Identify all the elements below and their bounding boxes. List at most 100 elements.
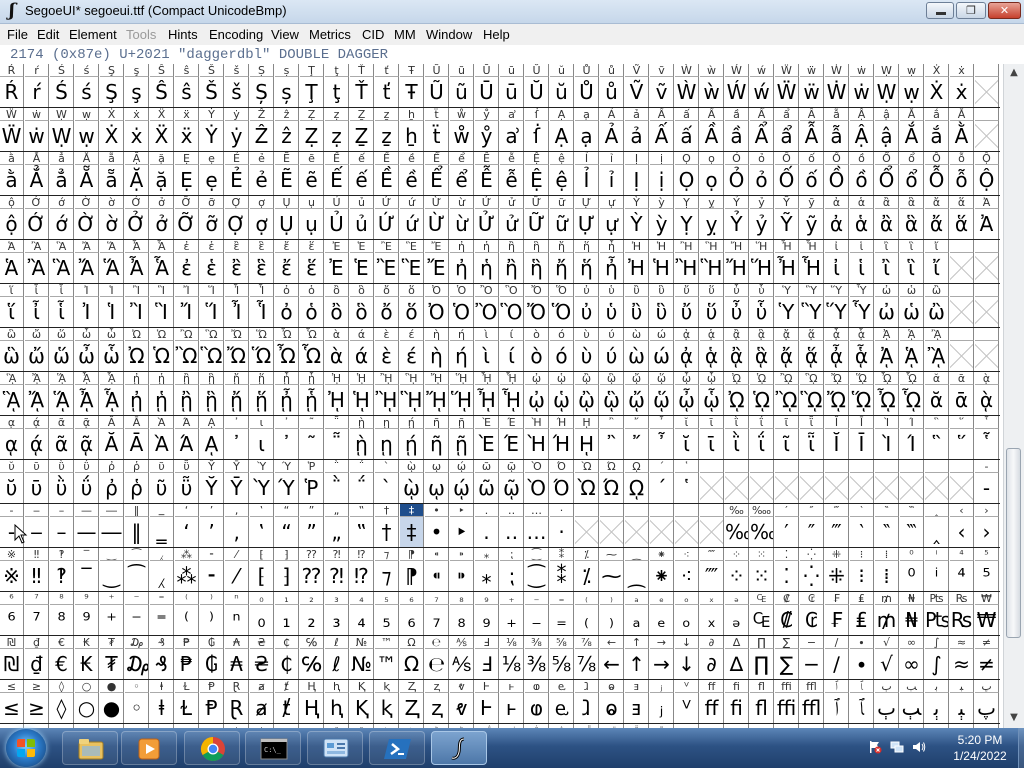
glyph-cell[interactable]: Ẹ — [175, 165, 199, 195]
glyph-cell-label[interactable]: Ș — [250, 64, 274, 77]
glyph-cell-label[interactable]: Ἡ — [650, 240, 674, 253]
glyph-cell[interactable]: Ἲ — [125, 297, 149, 327]
glyph-cell-label[interactable]: ≥ — [25, 680, 49, 693]
glyph-cell[interactable] — [950, 297, 974, 327]
glyph-cell-label[interactable]: ᾷ — [75, 416, 99, 429]
glyph-cell-label[interactable]: ỷ — [750, 196, 774, 209]
glyph-cell-label[interactable]: ⁶ — [0, 592, 24, 605]
glyph-cell-label[interactable]: – — [50, 504, 74, 517]
glyph-cell[interactable]: Ờ — [75, 209, 99, 239]
glyph-cell-label[interactable]: € — [50, 636, 74, 649]
glyph-cell[interactable]: ₨ — [950, 605, 974, 635]
glyph-cell[interactable]: ᾛ — [400, 385, 424, 415]
glyph-cell[interactable]: ⱹ — [575, 693, 599, 723]
glyph-cell[interactable]: Έ — [500, 429, 524, 459]
glyph-cell-label[interactable]: ⁁ — [150, 548, 174, 561]
glyph-cell[interactable]: ἶ — [25, 297, 49, 327]
glyph-cell[interactable]: ₫ — [25, 649, 49, 679]
glyph-cell[interactable]: ∙ — [850, 649, 874, 679]
glyph-cell[interactable]: ὖ — [725, 297, 749, 327]
glyph-cell[interactable]: Ἢ — [675, 253, 699, 283]
glyph-cell[interactable]: ← — [600, 649, 624, 679]
glyph-cell[interactable]: Ẽ — [275, 165, 299, 195]
glyph-cell-label[interactable]: ∕ — [825, 636, 849, 649]
glyph-cell[interactable] — [950, 253, 974, 283]
glyph-cell[interactable]: ẁ — [700, 77, 724, 107]
glyph-cell-label[interactable]: ὥ — [50, 328, 74, 341]
glyph-cell-label[interactable]: ₋ — [525, 592, 549, 605]
glyph-cell[interactable]: ᾫ — [800, 385, 824, 415]
glyph-cell[interactable]: ᾬ — [825, 385, 849, 415]
glyph-cell[interactable]: ᾨ — [725, 385, 749, 415]
glyph-cell-label[interactable]: ∆ — [725, 636, 749, 649]
glyph-cell-label[interactable]: Ẹ — [175, 152, 199, 165]
glyph-cell-label[interactable]: ◦ — [125, 680, 149, 693]
glyph-cell-label[interactable]: ἣ — [525, 240, 549, 253]
glyph-cell-label[interactable]: ’ — [200, 504, 224, 517]
glyph-cell-label[interactable] — [825, 460, 849, 473]
glyph-cell-label[interactable]: Ẓ — [300, 108, 324, 121]
glyph-cell-label[interactable]: † — [375, 504, 399, 517]
glyph-cell[interactable] — [975, 297, 999, 327]
glyph-cell-label[interactable]: Ἵ — [200, 284, 224, 297]
glyph-cell-label[interactable]: ⅞ — [575, 636, 599, 649]
glyph-cell[interactable]: ⁉ — [350, 561, 374, 591]
glyph-cell-label[interactable]: ὀ — [275, 284, 299, 297]
glyph-cell-label[interactable]: ὂ — [325, 284, 349, 297]
glyph-cell[interactable]: ẓ — [325, 121, 349, 151]
glyph-cell[interactable]: Ὺ — [250, 473, 274, 503]
glyph-cell[interactable]: ῾ — [675, 473, 699, 503]
glyph-cell[interactable]: Ὶ — [875, 429, 899, 459]
glyph-cell-label[interactable]: … — [525, 504, 549, 517]
glyph-cell-label[interactable]: √ — [875, 636, 899, 649]
glyph-cell[interactable]: ⱽ — [675, 693, 699, 723]
glyph-cell[interactable]: Ἳ — [150, 297, 174, 327]
glyph-cell-label[interactable]: Ử — [475, 196, 499, 209]
glyph-cell[interactable]: Ẉ — [875, 77, 899, 107]
glyph-cell-label[interactable]: Ồ — [825, 152, 849, 165]
glyph-cell-label[interactable]: ṽ — [650, 64, 674, 77]
glyph-cell-label[interactable]: ᾱ — [950, 372, 974, 385]
taskbar-explorer[interactable] — [62, 731, 118, 765]
glyph-cell[interactable]: ὦ — [75, 341, 99, 371]
glyph-cell[interactable]: Ṽ — [625, 77, 649, 107]
glyph-cell[interactable]: ῁ — [325, 429, 349, 459]
glyph-cell[interactable]: ῏ — [650, 429, 674, 459]
glyph-cell[interactable]: ᾎ — [75, 385, 99, 415]
glyph-cell[interactable]: ⁝ — [850, 561, 874, 591]
glyph-cell-label[interactable]: ữ — [550, 196, 574, 209]
glyph-cell-label[interactable]: ΐ — [750, 416, 774, 429]
glyph-cell[interactable]: ℓ — [325, 649, 349, 679]
glyph-cell-label[interactable]: ⅝ — [550, 636, 574, 649]
glyph-cell-label[interactable]: ₧ — [925, 592, 949, 605]
glyph-cell-label[interactable]: ‒ — [25, 504, 49, 517]
glyph-cell[interactable]: ὕ — [700, 297, 724, 327]
glyph-cell-label[interactable]: Ῠ — [200, 460, 224, 473]
glyph-cell[interactable]: ὠ — [875, 297, 899, 327]
glyph-cell[interactable]: ẛ — [525, 121, 549, 151]
glyph-cell[interactable]: ầ — [725, 121, 749, 151]
glyph-cell-label[interactable]: Ὤ — [225, 328, 249, 341]
glyph-cell[interactable]: ⱬ — [425, 693, 449, 723]
glyph-cell[interactable]: ⱼ — [650, 693, 674, 723]
glyph-cell[interactable]: Ẵ — [75, 165, 99, 195]
glyph-cell-label[interactable]: ⁆ — [275, 548, 299, 561]
glyph-cell-label[interactable]: Ố — [775, 152, 799, 165]
glyph-cell-label[interactable]: ⁜ — [825, 548, 849, 561]
glyph-cell-label[interactable] — [950, 240, 974, 253]
glyph-cell[interactable]: ₆ — [400, 605, 424, 635]
glyph-cell-label[interactable]: Ὢ — [175, 328, 199, 341]
glyph-cell-label[interactable]: ť — [375, 64, 399, 77]
glyph-cell-label[interactable]: Ộ — [975, 152, 999, 165]
glyph-cell[interactable]: ῑ — [700, 429, 724, 459]
glyph-cell[interactable]: ⱨ — [325, 693, 349, 723]
glyph-cell-label[interactable]: ‣ — [450, 504, 474, 517]
glyph-cell-label[interactable]: ⁽ — [175, 592, 199, 605]
glyph-cell-label[interactable]: ờ — [100, 196, 124, 209]
glyph-cell-label[interactable]: ₇ — [425, 592, 449, 605]
glyph-cell-label[interactable]: ⱪ — [375, 680, 399, 693]
glyph-cell[interactable]: š — [225, 77, 249, 107]
menu-metrics[interactable]: Metrics — [309, 27, 351, 42]
glyph-cell-label[interactable]: Ὃ — [500, 284, 524, 297]
glyph-cell-label[interactable]: ị — [650, 152, 674, 165]
